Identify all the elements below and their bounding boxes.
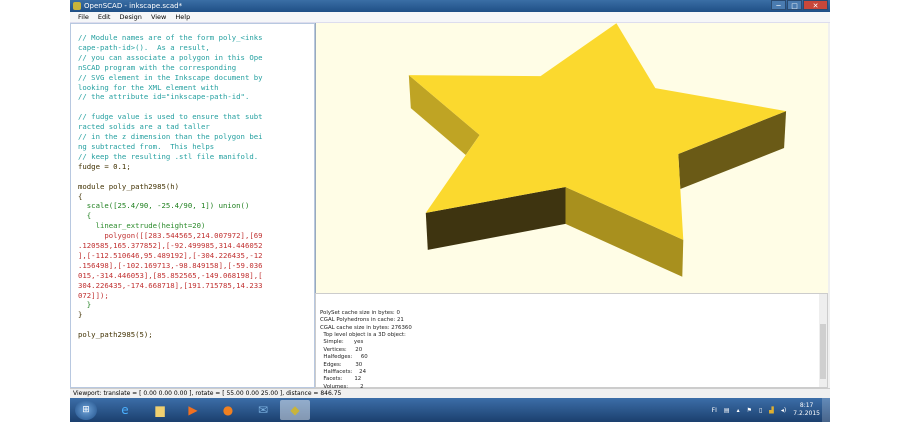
action-center-flag-icon[interactable]: ⚑ — [747, 407, 752, 414]
media-player-icon[interactable]: ▶ — [178, 400, 208, 420]
show-hidden-icons[interactable]: ▴ — [737, 407, 740, 414]
code-line: .120585,165.377852],[-92.499985,314.4460… — [78, 241, 263, 251]
code-line: // in the z dimension than the polygon b… — [78, 132, 263, 142]
code-line: looking for the XML element with — [78, 82, 219, 92]
code-line: scale([25.4/90, -25.4/90, 1]) union() — [78, 201, 250, 211]
console-scrollbar[interactable] — [819, 294, 827, 387]
code-line: ​ — [78, 320, 314, 330]
console-line: CGAL Polyhedrons in cache: 21 — [320, 317, 404, 324]
taskbar: ⊞ e ▆ ▶ ● ✉ ◆ FI ▤ ▴ ⚑ ▯ ▟ ◂) 8:17 7.2.2… — [70, 398, 830, 422]
code-line: } — [78, 300, 92, 310]
menu-edit[interactable]: Edit — [98, 12, 111, 22]
firefox-icon[interactable]: ● — [213, 400, 243, 420]
menu-bar: File Edit Design View Help — [70, 12, 830, 23]
code-line: ​ — [78, 172, 314, 182]
status-bar: Viewport: translate = [ 0.00 0.00 0.00 ]… — [70, 388, 830, 398]
code-line: fudge = 0.1; — [78, 161, 131, 171]
code-line: polygon([[283.544565,214.007972],[69 — [78, 231, 263, 241]
console-line: Edges: 30 — [320, 361, 363, 368]
console-line: CGAL cache size in bytes: 276360 — [320, 324, 412, 331]
language-indicator[interactable]: FI — [712, 407, 717, 414]
clock-date: 7.2.2015 — [793, 410, 820, 417]
code-editor[interactable]: // Module names are of the form poly_<in… — [70, 23, 315, 388]
code-line: ],[-112.510646,95.489192],[-304.226435,-… — [78, 250, 263, 260]
code-line: 072]]); — [78, 290, 109, 300]
title-bar: OpenSCAD - inkscape.scad* ─ □ ✕ — [70, 0, 830, 12]
menu-design[interactable]: Design — [119, 12, 141, 22]
volume-icon[interactable]: ◂) — [781, 407, 786, 414]
minimize-button[interactable]: ─ — [771, 0, 786, 10]
clock[interactable]: 8:17 7.2.2015 — [793, 402, 820, 418]
code-line: // SVG element in the Inkscape document … — [78, 72, 263, 82]
menu-file[interactable]: File — [78, 12, 89, 22]
clock-time: 8:17 — [799, 402, 814, 409]
show-desktop-button[interactable] — [822, 398, 830, 422]
code-line: ng subtracted from. This helps — [78, 141, 215, 151]
code-line: poly_path2985(5); — [78, 330, 153, 340]
console-line: PolySet cache size in bytes: 0 — [320, 309, 400, 316]
internet-explorer-icon[interactable]: e — [110, 400, 140, 420]
code-line: .156498],[-102.169713,-98.849158],[-59.0… — [78, 260, 263, 270]
file-explorer-icon[interactable]: ▆ — [145, 400, 175, 420]
code-line: 304.226435,-174.668718],[191.715785,14.2… — [78, 280, 263, 290]
3d-viewport[interactable] — [315, 23, 828, 293]
code-line: linear_extrude(height=20) — [78, 221, 206, 231]
battery-icon[interactable]: ▯ — [759, 407, 762, 414]
code-line: // Module names are of the form poly_<in… — [78, 33, 263, 42]
thunderbird-icon[interactable]: ✉ — [248, 400, 278, 420]
menu-help[interactable]: Help — [175, 12, 190, 22]
console-line: Halfedges: 60 — [320, 354, 368, 361]
code-line: } — [78, 310, 83, 320]
code-line: // fudge value is used to ensure that su… — [78, 112, 263, 122]
network-icon[interactable]: ▟ — [769, 407, 774, 414]
code-line: // you can associate a polygon in this O… — [78, 52, 263, 62]
code-line: racted solids are a tad taller — [78, 122, 210, 132]
maximize-button[interactable]: □ — [787, 0, 802, 10]
code-line: module poly_path2985(h) — [78, 181, 180, 191]
console-line: Halffacets: 24 — [320, 369, 367, 376]
system-tray: FI ▤ ▴ ⚑ ▯ ▟ ◂) 8:17 7.2.2015 — [712, 398, 820, 422]
code-line: { — [78, 191, 83, 201]
code-line: nSCAD program with the corresponding — [78, 62, 237, 72]
window-title: OpenSCAD - inkscape.scad* — [84, 2, 183, 10]
console-line: Simple: yes — [320, 339, 364, 346]
openscad-taskbar-icon[interactable]: ◆ — [280, 400, 310, 420]
openscad-window: OpenSCAD - inkscape.scad* ─ □ ✕ File Edi… — [70, 0, 830, 405]
console-line: Facets: 12 — [320, 376, 362, 383]
console-line: Vertices: 20 — [320, 346, 363, 353]
menu-view[interactable]: View — [151, 12, 166, 22]
code-line: cape-path-id>(). As a result, — [78, 42, 210, 52]
star-render — [408, 23, 787, 277]
start-button[interactable]: ⊞ — [75, 400, 97, 420]
code-line: ​ — [78, 102, 314, 112]
code-line: // the attribute id="inkscape-path-id". — [78, 92, 250, 102]
console-line: Top level object is a 3D object: — [320, 332, 406, 339]
console-output: PolySet cache size in bytes: 0 CGAL Polyh… — [315, 293, 828, 405]
close-button[interactable]: ✕ — [803, 0, 828, 10]
code-line: // keep the resulting .stl file manifold… — [78, 151, 259, 161]
printer-icon[interactable]: ▤ — [724, 407, 730, 414]
code-line: 015,-314.446053],[85.852565,-149.068198]… — [78, 270, 263, 280]
code-line: { — [78, 211, 92, 221]
openscad-app-icon — [73, 2, 81, 10]
